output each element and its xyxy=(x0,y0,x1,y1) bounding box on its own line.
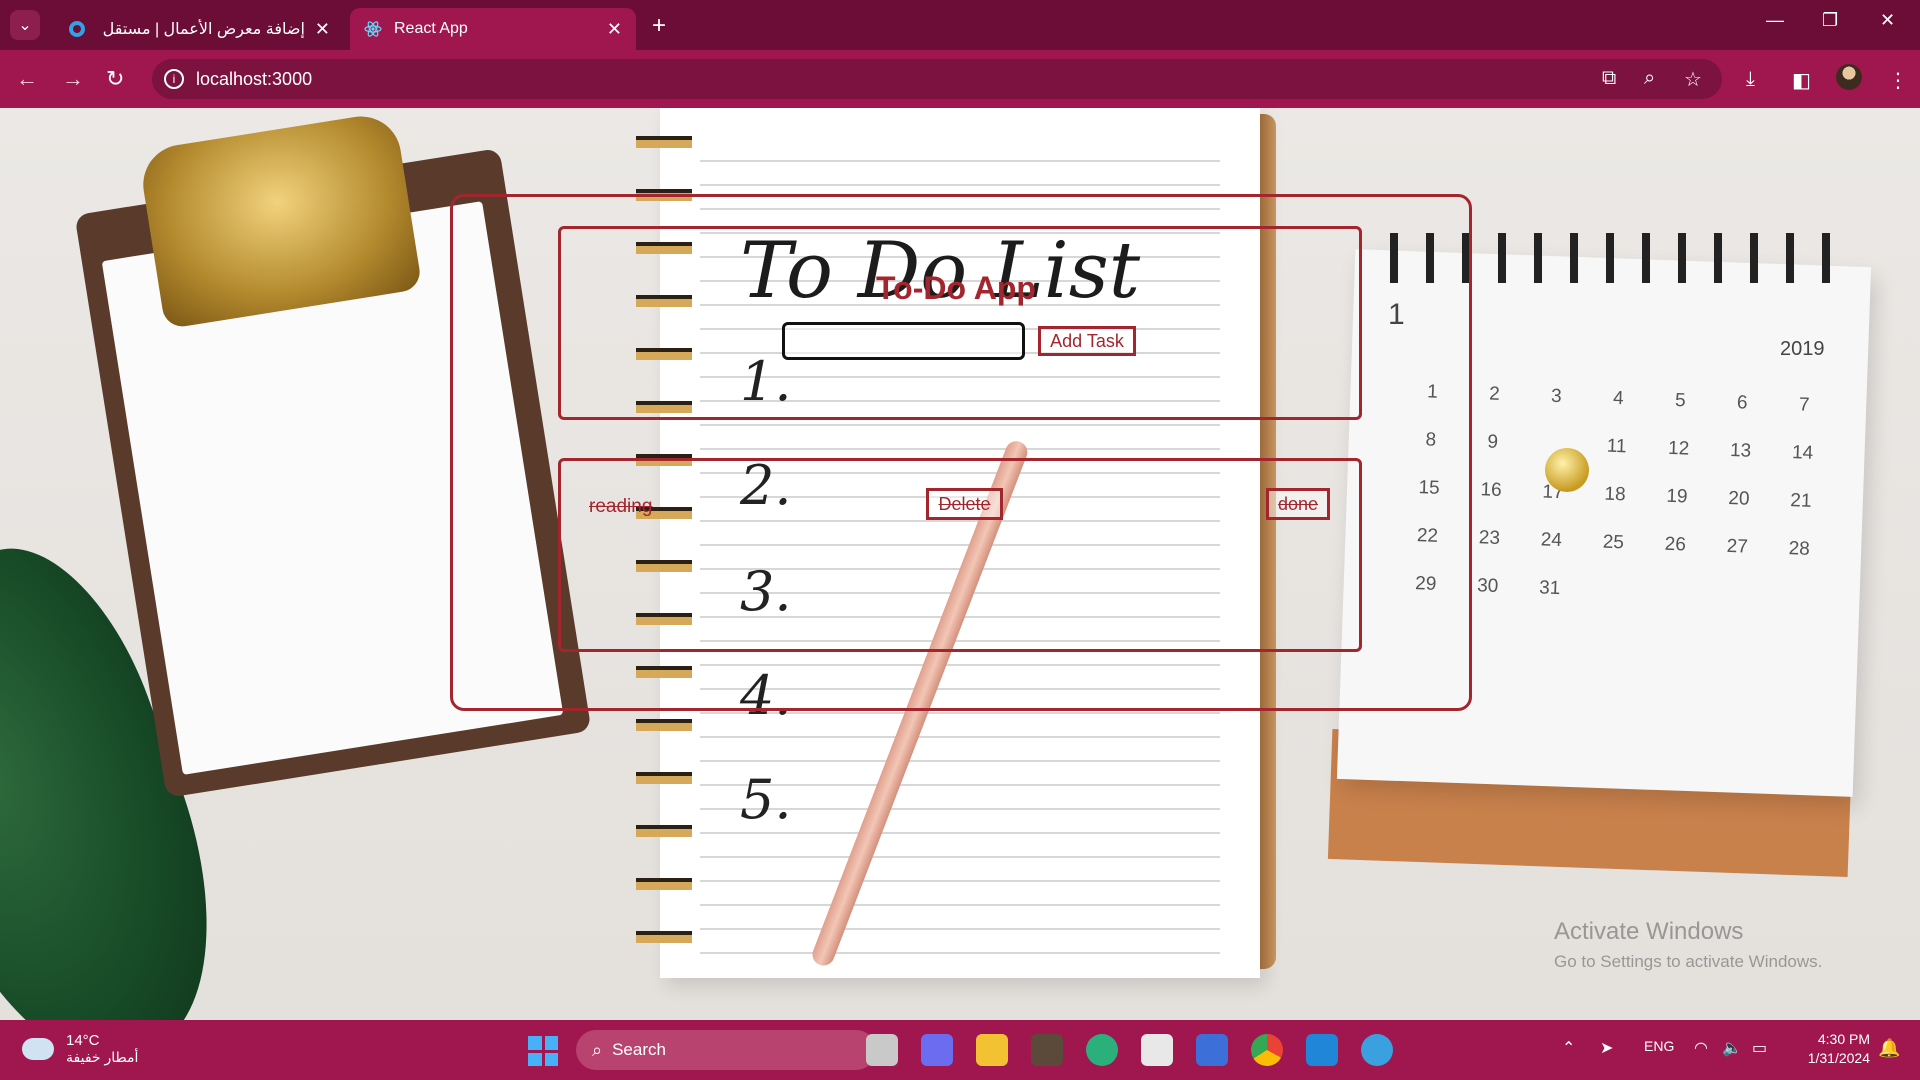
tab-mostaql[interactable]: إضافة معرض الأعمال | مستقل ✕ xyxy=(54,8,344,50)
calendar-day: 12 xyxy=(1667,437,1690,460)
clock-date: 1/31/2024 xyxy=(1807,1050,1870,1066)
calendar-day: 6 xyxy=(1736,392,1748,414)
notification-bell-icon[interactable]: 🔔 xyxy=(1878,1038,1900,1059)
calendar-day: 26 xyxy=(1664,533,1687,556)
calendar-day: 13 xyxy=(1729,439,1752,462)
teams-icon[interactable] xyxy=(921,1034,953,1066)
browser-tab-strip: ⌄ إضافة معرض الأعمال | مستقل ✕ React App… xyxy=(0,0,1920,50)
system-clock[interactable]: 4:30 PM 1/31/2024 xyxy=(1796,1030,1870,1068)
search-icon: ⌕ xyxy=(592,1039,603,1060)
close-tab-icon[interactable]: ✕ xyxy=(315,19,330,40)
battery-icon[interactable]: ▭ xyxy=(1752,1038,1767,1058)
search-label: Search xyxy=(612,1040,666,1059)
back-icon[interactable]: ← xyxy=(16,66,38,92)
calendar-day: 19 xyxy=(1666,485,1688,508)
tab-react-app[interactable]: React App ✕ xyxy=(350,8,636,50)
add-task-button[interactable]: Add Task xyxy=(1038,326,1136,356)
file-explorer-icon[interactable] xyxy=(976,1034,1008,1066)
delete-task-button[interactable]: Delete xyxy=(926,488,1003,520)
copilot-icon[interactable] xyxy=(1196,1034,1228,1066)
task-item-text: reading xyxy=(589,496,653,517)
address-bar[interactable]: i localhost:3000 ⧉ ⌕ ☆ xyxy=(152,59,1722,99)
weather-widget[interactable]: 14°C أمطار خفيفة xyxy=(22,1032,138,1066)
reload-icon[interactable]: ↻ xyxy=(106,66,124,92)
side-panel-icon[interactable]: ◧ xyxy=(1792,68,1811,93)
weather-condition: أمطار خفيفة xyxy=(66,1049,139,1065)
calendar-day: 21 xyxy=(1789,490,1812,512)
close-window-icon[interactable]: ✕ xyxy=(1880,10,1895,31)
url-text[interactable]: localhost:3000 xyxy=(196,69,312,90)
task-view-icon[interactable] xyxy=(866,1034,898,1066)
edge-icon[interactable] xyxy=(1086,1034,1118,1066)
chrome-icon[interactable] xyxy=(1251,1034,1283,1066)
activate-windows-watermark: Activate Windows Go to Settings to activ… xyxy=(1554,918,1822,972)
location-icon[interactable]: ➤ xyxy=(1600,1038,1613,1058)
watermark-subtitle: Go to Settings to activate Windows. xyxy=(1554,952,1823,971)
minimize-icon[interactable]: — xyxy=(1766,10,1784,31)
bookmark-star-icon[interactable]: ☆ xyxy=(1684,67,1702,92)
menu-kebab-icon[interactable]: ⋮ xyxy=(1888,68,1908,93)
zoom-icon[interactable]: ⌕ xyxy=(1644,67,1655,90)
volume-icon[interactable]: 🔈 xyxy=(1722,1038,1742,1058)
react-favicon-icon xyxy=(364,21,382,37)
install-app-icon[interactable]: ⧉ xyxy=(1602,67,1616,90)
calendar-day: 28 xyxy=(1788,538,1811,560)
tab-title: إضافة معرض الأعمال | مستقل xyxy=(102,21,305,38)
handwritten-number: 5. xyxy=(740,768,792,831)
calendar-day: 18 xyxy=(1604,483,1626,506)
calendar-day: 7 xyxy=(1798,394,1810,416)
browser-toolbar: ← → ↻ i localhost:3000 ⧉ ⌕ ☆ ⤓ ◧ ⋮ xyxy=(0,50,1920,108)
calendar-day: 2 xyxy=(1488,383,1501,405)
calendar-day: 14 xyxy=(1791,442,1814,464)
forward-icon[interactable]: → xyxy=(62,66,84,92)
app-icon[interactable] xyxy=(1031,1034,1063,1066)
calendar-day: 3 xyxy=(1550,385,1563,408)
vscode-icon[interactable] xyxy=(1306,1034,1338,1066)
clock-time: 4:30 PM xyxy=(1817,1031,1870,1047)
task-input[interactable] xyxy=(782,322,1025,360)
windows-start-icon[interactable] xyxy=(528,1036,558,1066)
calendar-day: 24 xyxy=(1540,529,1563,552)
language-indicator[interactable]: ENG xyxy=(1644,1038,1674,1054)
calendar-day: 20 xyxy=(1728,487,1750,510)
windows-taskbar: 14°C أمطار خفيفة ⌕ Search ⌃ ➤ ENG ◠ 🔈 ▭ … xyxy=(0,1020,1920,1080)
calendar-day: 25 xyxy=(1602,531,1625,554)
calendar-day: 31 xyxy=(1538,577,1561,600)
calendar-year: 2019 xyxy=(1780,338,1825,360)
download-icon[interactable]: ⤓ xyxy=(1746,68,1755,91)
mostaql-favicon-icon xyxy=(69,21,85,37)
globe-app-icon[interactable] xyxy=(1361,1034,1393,1066)
taskbar-search[interactable]: ⌕ Search xyxy=(576,1030,876,1070)
close-tab-icon[interactable]: ✕ xyxy=(607,19,622,40)
push-pin-decoration xyxy=(1545,448,1589,492)
done-task-button[interactable]: done xyxy=(1266,488,1330,520)
weather-temperature: 14°C xyxy=(66,1032,100,1049)
calendar-day: 27 xyxy=(1726,535,1749,558)
calendar-day: 11 xyxy=(1606,435,1627,458)
profile-avatar[interactable] xyxy=(1836,64,1862,90)
calendar-day: 4 xyxy=(1612,387,1625,410)
watermark-title: Activate Windows xyxy=(1554,918,1744,945)
calendar-day: 5 xyxy=(1674,390,1686,412)
app-title: To-Do App xyxy=(876,270,1036,306)
site-info-icon[interactable]: i xyxy=(164,69,184,89)
wifi-icon[interactable]: ◠ xyxy=(1694,1038,1708,1058)
rain-cloud-icon xyxy=(22,1038,54,1060)
new-tab-icon[interactable]: + xyxy=(652,12,666,40)
tray-chevron-icon[interactable]: ⌃ xyxy=(1562,1038,1575,1058)
tab-title: React App xyxy=(394,20,468,37)
microsoft-store-icon[interactable] xyxy=(1141,1034,1173,1066)
restore-icon[interactable]: ❐ xyxy=(1822,10,1838,31)
tab-search-dropdown-icon[interactable]: ⌄ xyxy=(10,10,40,40)
